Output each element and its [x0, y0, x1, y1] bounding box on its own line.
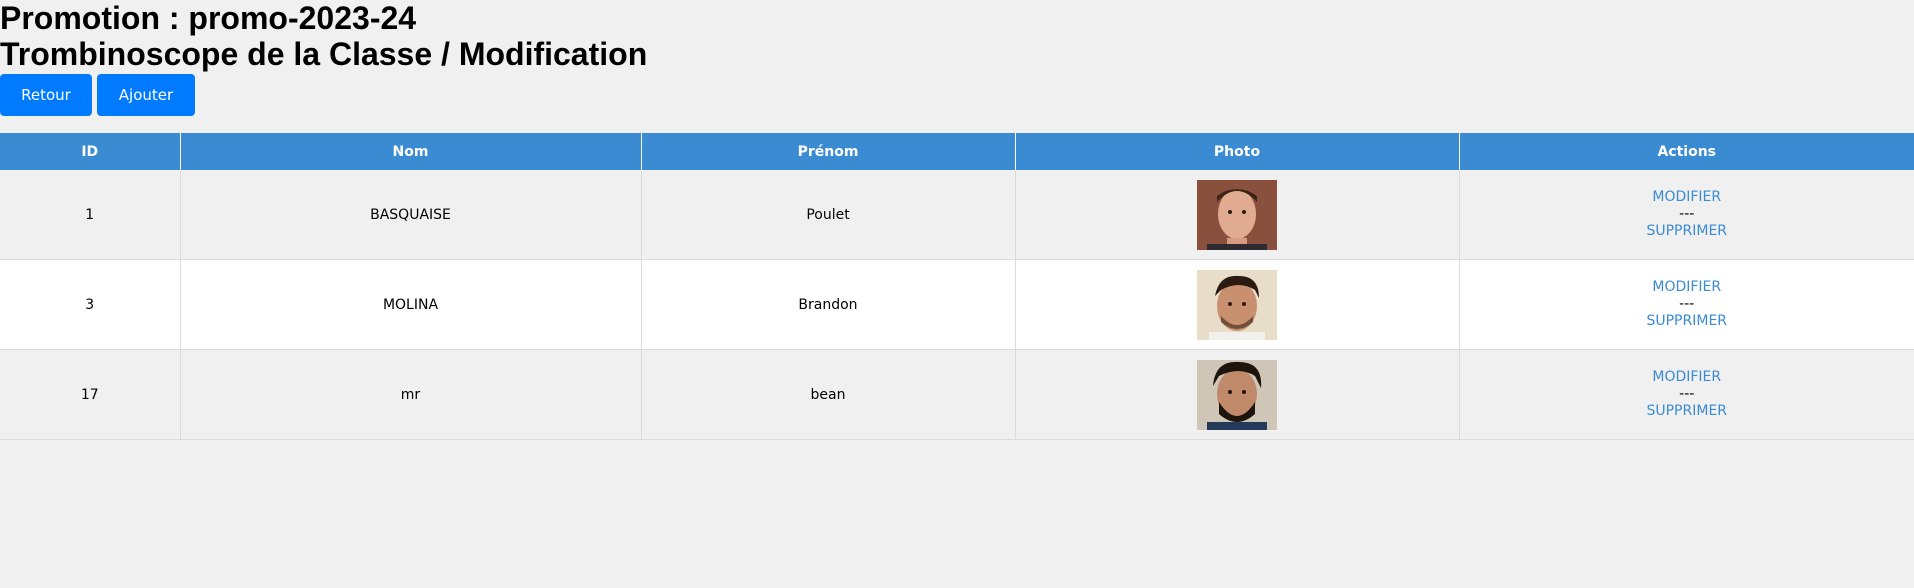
cell-photo — [1015, 349, 1460, 440]
cell-id: 3 — [0, 259, 181, 350]
table-row: 3 MOLINA Brandon MODIFIER --- SUPPRIMER — [0, 259, 1914, 350]
cell-actions: MODIFIER --- SUPPRIMER — [1459, 349, 1914, 440]
action-separator: --- — [1679, 206, 1695, 222]
cell-nom: BASQUAISE — [180, 170, 642, 260]
student-photo — [1197, 179, 1277, 250]
column-header-prenom[interactable]: Prénom — [641, 133, 1016, 170]
cell-prenom: Poulet — [641, 170, 1016, 260]
page-title: Trombinoscope de la Classe / Modificatio… — [0, 36, 648, 72]
column-header-nom[interactable]: Nom — [180, 133, 642, 170]
table-row: 17 mr bean MODIFIER --- SUPPRIMER — [0, 349, 1914, 440]
student-photo — [1197, 269, 1277, 340]
students-table: ID Nom Prénom Photo Actions 1 BASQUAISE … — [0, 133, 1914, 440]
cell-nom: mr — [180, 349, 642, 440]
add-button[interactable]: Ajouter — [97, 74, 195, 116]
cell-nom: MOLINA — [180, 259, 642, 350]
delete-link[interactable]: SUPPRIMER — [1460, 403, 1914, 420]
cell-photo — [1015, 170, 1460, 260]
promotion-title: Promotion : promo-2023-24 — [0, 0, 417, 36]
page-header: Promotion : promo-2023-24 Trombinoscope … — [0, 0, 1914, 72]
column-header-photo[interactable]: Photo — [1015, 133, 1460, 170]
back-button[interactable]: Retour — [0, 74, 92, 116]
student-photo — [1197, 359, 1277, 430]
modify-link[interactable]: MODIFIER — [1460, 369, 1914, 386]
column-header-actions[interactable]: Actions — [1459, 133, 1914, 170]
cell-photo — [1015, 259, 1460, 350]
modify-link[interactable]: MODIFIER — [1460, 279, 1914, 296]
table-header-row: ID Nom Prénom Photo Actions — [0, 133, 1914, 170]
modify-link[interactable]: MODIFIER — [1460, 189, 1914, 206]
cell-prenom: bean — [641, 349, 1016, 440]
action-separator: --- — [1679, 386, 1695, 402]
toolbar: Retour Ajouter — [0, 74, 1914, 118]
cell-prenom: Brandon — [641, 259, 1016, 350]
delete-link[interactable]: SUPPRIMER — [1460, 223, 1914, 240]
cell-id: 17 — [0, 349, 181, 440]
cell-id: 1 — [0, 170, 181, 260]
table-row: 1 BASQUAISE Poulet MODIFIER --- SUPPRIME… — [0, 170, 1914, 260]
cell-actions: MODIFIER --- SUPPRIMER — [1459, 259, 1914, 350]
delete-link[interactable]: SUPPRIMER — [1460, 313, 1914, 330]
action-separator: --- — [1679, 296, 1695, 312]
cell-actions: MODIFIER --- SUPPRIMER — [1459, 170, 1914, 260]
column-header-id[interactable]: ID — [0, 133, 181, 170]
